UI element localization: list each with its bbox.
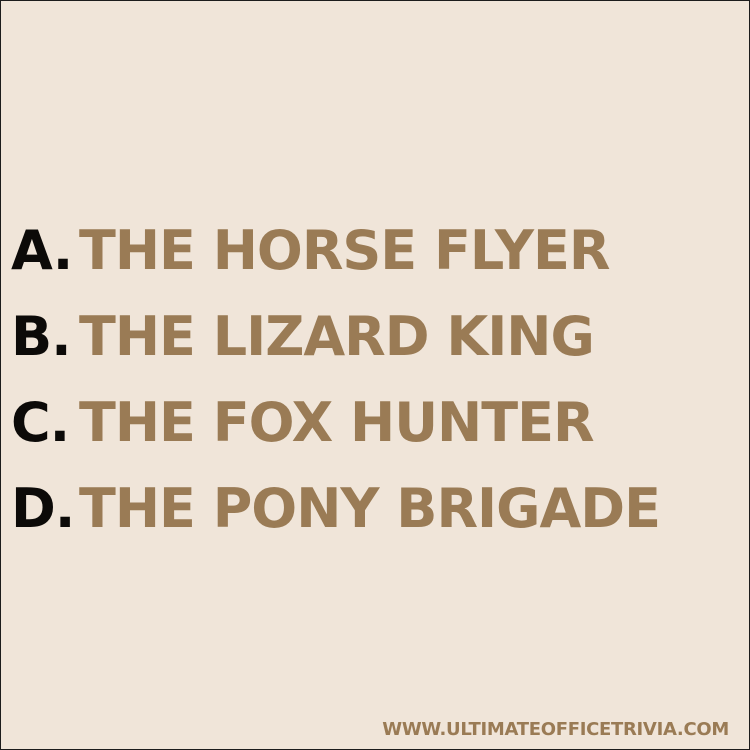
option-letter: D. [11, 477, 75, 540]
answer-option-b: B. THE LIZARD KING [11, 307, 741, 393]
option-text: THE LIZARD KING [79, 305, 595, 368]
option-text: THE HORSE FLYER [79, 219, 610, 282]
trivia-card: A. THE HORSE FLYER B. THE LIZARD KING C. TH… [1, 1, 749, 749]
option-text: THE PONY BRIGADE [79, 477, 661, 540]
answer-option-a: A. THE HORSE FLYER [11, 221, 741, 307]
answer-option-d: D.THE PONY BRIGADE [11, 479, 741, 565]
option-letter: B. [11, 305, 72, 368]
option-letter: A. [11, 219, 73, 282]
answer-options-list: A. THE HORSE FLYER B. THE LIZARD KING C. TH… [11, 221, 741, 565]
answer-option-c: C. THE FOX HUNTER [11, 393, 741, 479]
option-letter: C. [11, 391, 70, 454]
website-url: WWW.ULTIMATEOFFICETRIVIA.COM [382, 719, 729, 740]
option-text: THE FOX HUNTER [79, 391, 595, 454]
